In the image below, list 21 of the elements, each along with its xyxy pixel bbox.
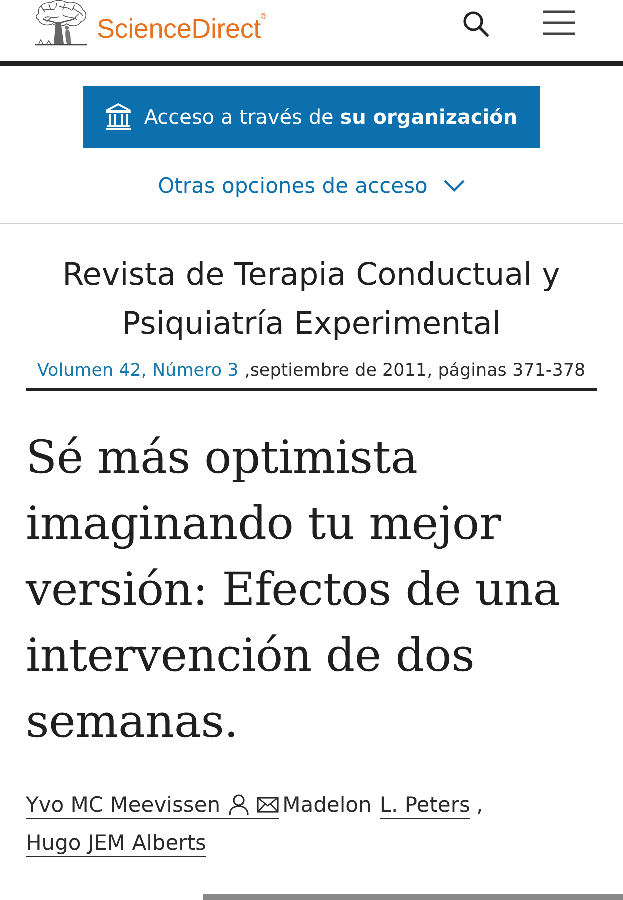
sciencedirect-logo[interactable]: ScienceDirect$^{®}$: [97, 14, 267, 45]
journal-title: Revista de Terapia Conductual y Psiquiatría Experimental: [62, 256, 562, 344]
chevron-down-icon: [444, 180, 465, 192]
person-icon: [228, 794, 249, 816]
author-link[interactable]: L. Peters: [380, 793, 470, 819]
separator-text: ,: [476, 793, 484, 817]
issue-details: ,septiembre de 2011, páginas 371-378: [244, 361, 586, 381]
search-button[interactable]: [463, 11, 489, 37]
article-title: Sé más optimista imaginando tu mejor versión: Efectos de una intervención de dos semanas.: [26, 430, 562, 750]
author-link[interactable]: Hugo JEM Alberts: [26, 831, 206, 857]
author-link[interactable]: Yvo MC Meevissen: [26, 793, 279, 819]
menu-button[interactable]: [543, 10, 575, 36]
menu-icon: [543, 10, 575, 36]
issue-link[interactable]: Volumen 42, Número 3: [37, 361, 239, 381]
tree-icon: [33, 0, 89, 48]
access-button[interactable]: Acceso a través de su organización: [83, 86, 540, 148]
mail-icon: [256, 797, 279, 813]
author-name: Madelon: [282, 793, 372, 817]
access-options-link[interactable]: Otras opciones de acceso: [158, 174, 465, 198]
institution-icon: [105, 103, 132, 131]
search-icon: [463, 11, 489, 37]
